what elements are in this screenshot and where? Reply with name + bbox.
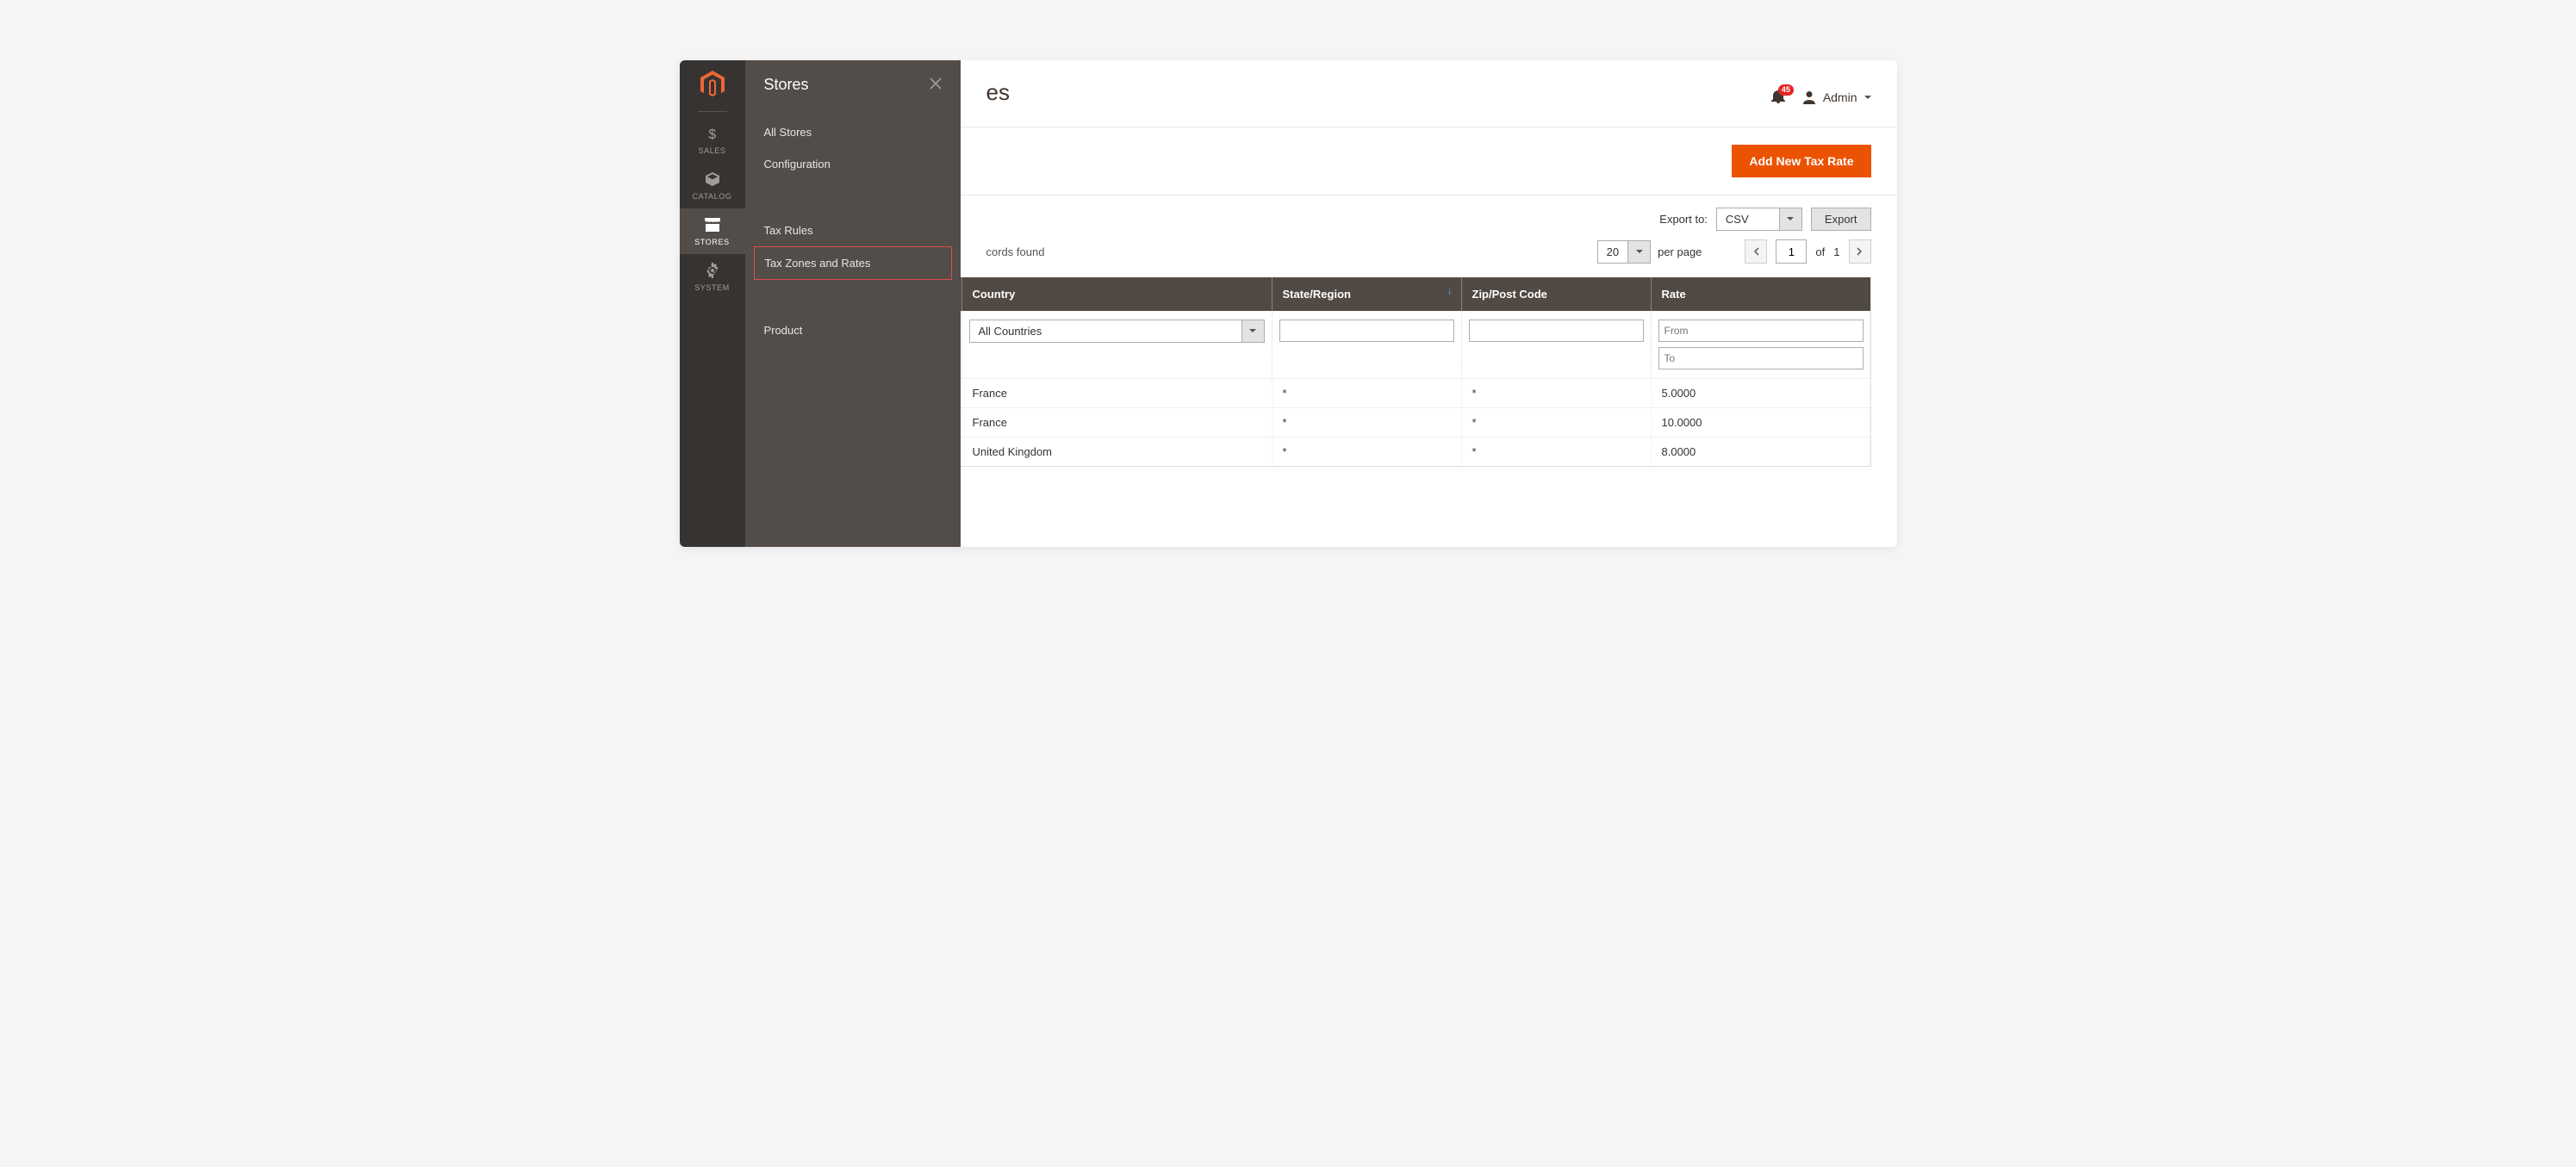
cell-country: United Kingdom xyxy=(961,438,1272,466)
export-label: Export to: xyxy=(1659,213,1708,226)
col-label: State/Region xyxy=(1283,288,1351,301)
chevron-down-icon xyxy=(1241,320,1264,342)
filter-country-value: All Countries xyxy=(970,320,1241,342)
chevron-right-icon xyxy=(1857,247,1863,256)
gear-icon xyxy=(703,261,722,280)
user-label: Admin xyxy=(1823,90,1857,104)
per-page-label: per page xyxy=(1658,245,1702,258)
cell-country: France xyxy=(961,408,1272,437)
filter-rate-from-input[interactable] xyxy=(1658,320,1864,342)
cell-zip: * xyxy=(1461,408,1651,437)
rail-label: STORES xyxy=(694,238,729,246)
svg-text:$: $ xyxy=(708,127,717,141)
stores-flyout: Stores All Stores Configuration Tax Rule… xyxy=(745,60,961,547)
per-page-value: 20 xyxy=(1598,241,1627,263)
filter-state-input[interactable] xyxy=(1279,320,1454,342)
viewport: $ SALES CATALOG STORES SYSTEM Stores xyxy=(680,60,1897,547)
col-state[interactable]: State/Region ↓ xyxy=(1272,277,1461,311)
top-actions: 45 Admin xyxy=(1771,89,1871,106)
export-format-value: CSV xyxy=(1717,208,1779,230)
flyout-title: Stores xyxy=(764,76,809,94)
cell-country: France xyxy=(961,379,1272,407)
flyout-item-tax-rules[interactable]: Tax Rules xyxy=(745,214,961,246)
cell-zip: * xyxy=(1461,379,1651,407)
chevron-left-icon xyxy=(1753,247,1759,256)
export-format-select[interactable]: CSV xyxy=(1716,208,1802,231)
col-rate[interactable]: Rate xyxy=(1651,277,1870,311)
cell-rate: 10.0000 xyxy=(1651,408,1870,437)
admin-rail: $ SALES CATALOG STORES SYSTEM xyxy=(680,60,745,547)
app-window: $ SALES CATALOG STORES SYSTEM Stores xyxy=(680,60,1897,547)
cell-rate: 5.0000 xyxy=(1651,379,1870,407)
export-button[interactable]: Export xyxy=(1811,208,1871,231)
page-number-input[interactable] xyxy=(1776,239,1807,264)
store-icon xyxy=(703,215,722,234)
notification-badge: 45 xyxy=(1778,84,1794,96)
magento-logo[interactable] xyxy=(680,60,745,108)
rail-label: CATALOG xyxy=(693,192,732,201)
total-pages: 1 xyxy=(1833,245,1839,258)
rail-label: SALES xyxy=(698,146,725,155)
filter-rate-to-input[interactable] xyxy=(1658,347,1864,369)
chevron-down-icon xyxy=(1627,241,1650,263)
chevron-down-icon xyxy=(1779,208,1801,230)
cell-state: * xyxy=(1272,408,1461,437)
close-icon[interactable] xyxy=(930,78,942,92)
cell-rate: 8.0000 xyxy=(1651,438,1870,466)
rail-label: SYSTEM xyxy=(694,283,730,292)
next-page-button[interactable] xyxy=(1849,239,1871,264)
per-page-select[interactable]: 20 xyxy=(1597,240,1651,264)
rail-item-catalog[interactable]: CATALOG xyxy=(680,163,745,208)
flyout-item-tax-zones-rates[interactable]: Tax Zones and Rates xyxy=(754,246,952,280)
dollar-icon: $ xyxy=(703,124,722,143)
prev-page-button[interactable] xyxy=(1745,239,1767,264)
filter-country-select[interactable]: All Countries xyxy=(969,320,1265,343)
per-page-control: 20 per page xyxy=(1597,240,1702,264)
flyout-separator xyxy=(745,280,961,314)
box-icon xyxy=(703,170,722,189)
flyout-item-product[interactable]: Product xyxy=(745,314,961,346)
chevron-down-icon xyxy=(1864,93,1871,102)
notifications-button[interactable]: 45 xyxy=(1771,89,1785,106)
add-new-tax-rate-button[interactable]: Add New Tax Rate xyxy=(1732,145,1870,177)
user-icon xyxy=(1802,90,1816,104)
cell-state: * xyxy=(1272,438,1461,466)
filter-zip-input[interactable] xyxy=(1469,320,1644,342)
col-zip[interactable]: Zip/Post Code xyxy=(1461,277,1651,311)
records-found-text: cords found xyxy=(986,245,1045,258)
rail-item-system[interactable]: SYSTEM xyxy=(680,254,745,300)
flyout-item-configuration[interactable]: Configuration xyxy=(745,148,961,180)
flyout-item-all-stores[interactable]: All Stores xyxy=(745,116,961,148)
cell-state: * xyxy=(1272,379,1461,407)
user-menu[interactable]: Admin xyxy=(1802,90,1871,104)
flyout-separator xyxy=(745,180,961,214)
sort-asc-icon: ↓ xyxy=(1447,286,1453,296)
rail-item-sales[interactable]: $ SALES xyxy=(680,117,745,163)
cell-zip: * xyxy=(1461,438,1651,466)
col-country[interactable]: Country xyxy=(961,277,1272,311)
rail-item-stores[interactable]: STORES xyxy=(680,208,745,254)
page-title: es xyxy=(986,79,1010,106)
of-label: of xyxy=(1815,245,1825,258)
